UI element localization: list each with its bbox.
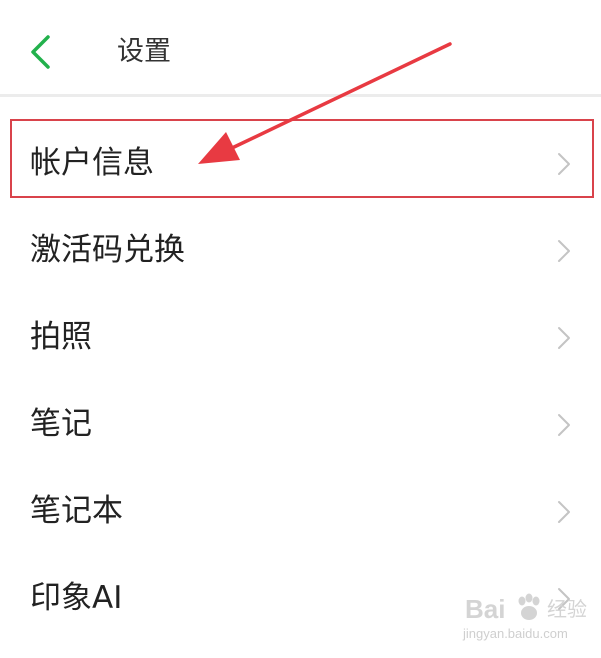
top-bar: 设置 bbox=[0, 0, 601, 97]
back-button[interactable] bbox=[16, 26, 64, 78]
watermark-url: jingyan.baidu.com bbox=[463, 626, 568, 641]
watermark-label: 经验 bbox=[547, 597, 587, 621]
paw-icon bbox=[513, 592, 545, 628]
settings-item-notebooks[interactable]: 笔记本 bbox=[0, 469, 601, 556]
chevron-left-icon bbox=[31, 35, 50, 69]
settings-item-account-info[interactable]: 帐户信息 bbox=[0, 121, 601, 208]
settings-item-label: 笔记本 bbox=[30, 493, 123, 529]
chevron-right-icon bbox=[556, 412, 572, 438]
settings-item-label: 激活码兑换 bbox=[30, 232, 185, 268]
chevron-right-icon bbox=[556, 238, 572, 264]
settings-item-notes[interactable]: 笔记 bbox=[0, 382, 601, 469]
settings-screen: 设置 帐户信息 激活码兑换 拍照 笔记 笔记本 印象AI Bai 经验 jing… bbox=[0, 0, 601, 658]
settings-item-camera[interactable]: 拍照 bbox=[0, 295, 601, 382]
settings-item-label: 印象AI bbox=[30, 580, 123, 616]
chevron-right-icon bbox=[556, 151, 572, 177]
settings-item-activation-code[interactable]: 激活码兑换 bbox=[0, 208, 601, 295]
chevron-right-icon bbox=[556, 325, 572, 351]
settings-item-label: 拍照 bbox=[30, 319, 92, 355]
settings-item-label: 帐户信息 bbox=[30, 145, 154, 181]
settings-item-label: 笔记 bbox=[30, 406, 92, 442]
page-title: 设置 bbox=[117, 36, 171, 67]
watermark: Bai 经验 jingyan.baidu.com bbox=[463, 590, 591, 646]
chevron-right-icon bbox=[556, 499, 572, 525]
settings-list: 帐户信息 激活码兑换 拍照 笔记 笔记本 印象AI bbox=[0, 121, 601, 643]
watermark-brand: Bai bbox=[465, 594, 506, 624]
